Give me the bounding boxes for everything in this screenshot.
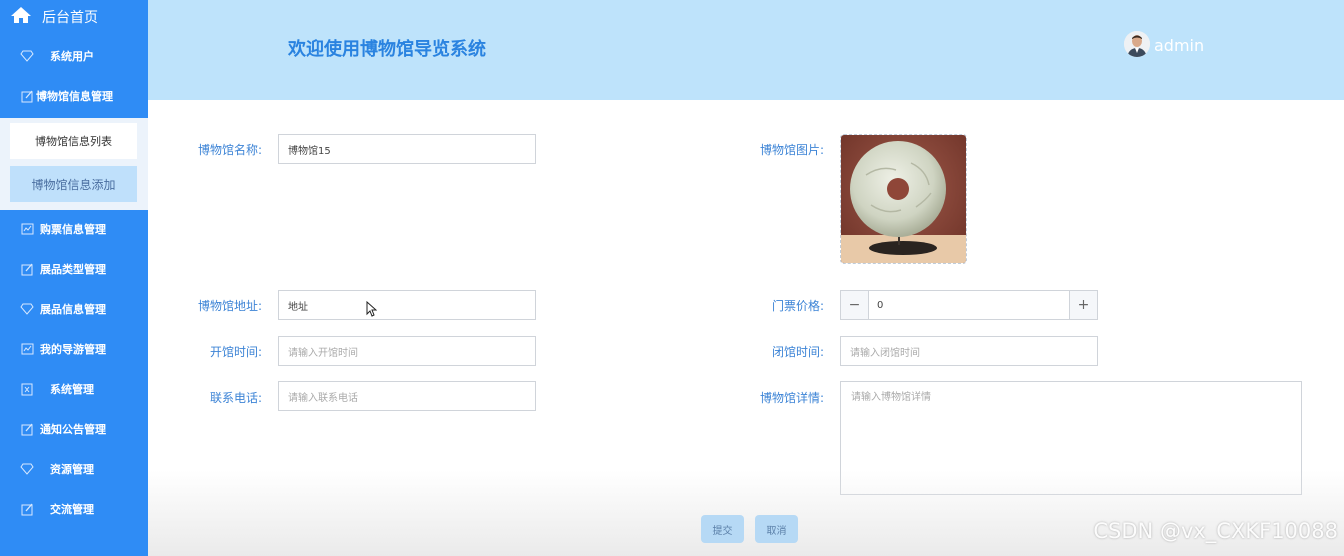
increment-button[interactable]: +	[1069, 291, 1097, 319]
address-label: 博物馆地址:	[197, 299, 262, 313]
museum-image-upload[interactable]	[840, 134, 967, 264]
sidebar-item-resource[interactable]: 资源管理	[0, 449, 148, 489]
ticket-price-value[interactable]: 0	[869, 291, 1069, 319]
diamond-icon	[20, 49, 34, 63]
image-label: 博物馆图片:	[759, 143, 824, 157]
sidebar-item-label: 通知公告管理	[40, 423, 106, 436]
sidebar-item-system[interactable]: 系统管理	[0, 369, 148, 409]
detail-textarea[interactable]: 请输入博物馆详情	[840, 381, 1302, 495]
edit-icon	[20, 89, 34, 103]
sidebar-item-label: 购票信息管理	[40, 223, 106, 236]
edit-icon	[20, 422, 34, 436]
diamond-icon	[20, 302, 34, 316]
cancel-button[interactable]: 取消	[755, 515, 798, 543]
sidebar-item-label: 博物馆信息管理	[36, 90, 113, 103]
sidebar-item-label: 展品类型管理	[40, 263, 106, 276]
chart-icon	[20, 222, 34, 236]
sidebar-item-label: 资源管理	[50, 463, 94, 476]
price-label: 门票价格:	[771, 299, 824, 313]
submit-button[interactable]: 提交	[701, 515, 744, 543]
phone-label: 联系电话:	[209, 391, 262, 405]
open-time-label: 开馆时间:	[209, 345, 262, 359]
museum-address-input[interactable]: 地址	[278, 290, 536, 320]
close-time-input[interactable]: 请输入闭馆时间	[840, 336, 1098, 366]
name-label: 博物馆名称:	[197, 143, 262, 157]
page-title: 欢迎使用博物馆导览系统	[288, 39, 486, 60]
chart-icon	[20, 342, 34, 356]
sidebar-item-label: 系统管理	[50, 383, 94, 396]
sidebar-item-museum-info[interactable]: 博物馆信息管理	[0, 76, 148, 116]
jade-disc-image	[841, 135, 966, 263]
sidebar-item-home[interactable]: 后台首页	[0, 0, 148, 34]
sidebar-item-notice[interactable]: 通知公告管理	[0, 409, 148, 449]
submenu: 博物馆信息列表 博物馆信息添加	[0, 118, 148, 210]
header: 欢迎使用博物馆导览系统 admin	[148, 0, 1344, 100]
sidebar: 后台首页 系统用户 博物馆信息管理 博物馆信息列表 博物馆信息添加 购票信息管理…	[0, 0, 148, 556]
sidebar-item-label: 交流管理	[50, 503, 94, 516]
submenu-item-add[interactable]: 博物馆信息添加	[10, 166, 137, 202]
sidebar-home-label: 后台首页	[42, 10, 98, 26]
museum-name-input[interactable]: 博物馆15	[278, 134, 536, 164]
mouse-cursor-icon	[366, 300, 378, 321]
sidebar-item-guide[interactable]: 我的导游管理	[0, 329, 148, 369]
edit-icon	[20, 262, 34, 276]
diamond-icon	[20, 462, 34, 476]
watermark: CSDN @vx_CXKF10088	[1093, 519, 1338, 543]
sidebar-item-system-users[interactable]: 系统用户	[0, 36, 148, 76]
x-doc-icon	[20, 382, 34, 396]
submenu-item-label: 博物馆信息添加	[31, 177, 116, 192]
sidebar-item-label: 系统用户	[50, 50, 94, 63]
sidebar-item-ticket[interactable]: 购票信息管理	[0, 209, 148, 249]
sidebar-item-exhibit-info[interactable]: 展品信息管理	[0, 289, 148, 329]
plus-icon: +	[1077, 297, 1090, 313]
sidebar-item-label: 我的导游管理	[40, 343, 106, 356]
sidebar-item-label: 展品信息管理	[40, 303, 106, 316]
username[interactable]: admin	[1154, 36, 1204, 55]
submenu-item-label: 博物馆信息列表	[35, 135, 112, 148]
avatar[interactable]	[1124, 31, 1150, 57]
home-icon	[10, 6, 32, 28]
edit-icon	[20, 502, 34, 516]
detail-label: 博物馆详情:	[759, 391, 824, 405]
submenu-item-list[interactable]: 博物馆信息列表	[10, 123, 137, 159]
close-time-label: 闭馆时间:	[771, 345, 824, 359]
open-time-input[interactable]: 请输入开馆时间	[278, 336, 536, 366]
minus-icon: −	[848, 297, 861, 313]
decrement-button[interactable]: −	[841, 291, 869, 319]
ticket-price-stepper[interactable]: − 0 +	[840, 290, 1098, 320]
sidebar-item-exchange[interactable]: 交流管理	[0, 489, 148, 529]
sidebar-item-exhibit-type[interactable]: 展品类型管理	[0, 249, 148, 289]
phone-input[interactable]: 请输入联系电话	[278, 381, 536, 411]
